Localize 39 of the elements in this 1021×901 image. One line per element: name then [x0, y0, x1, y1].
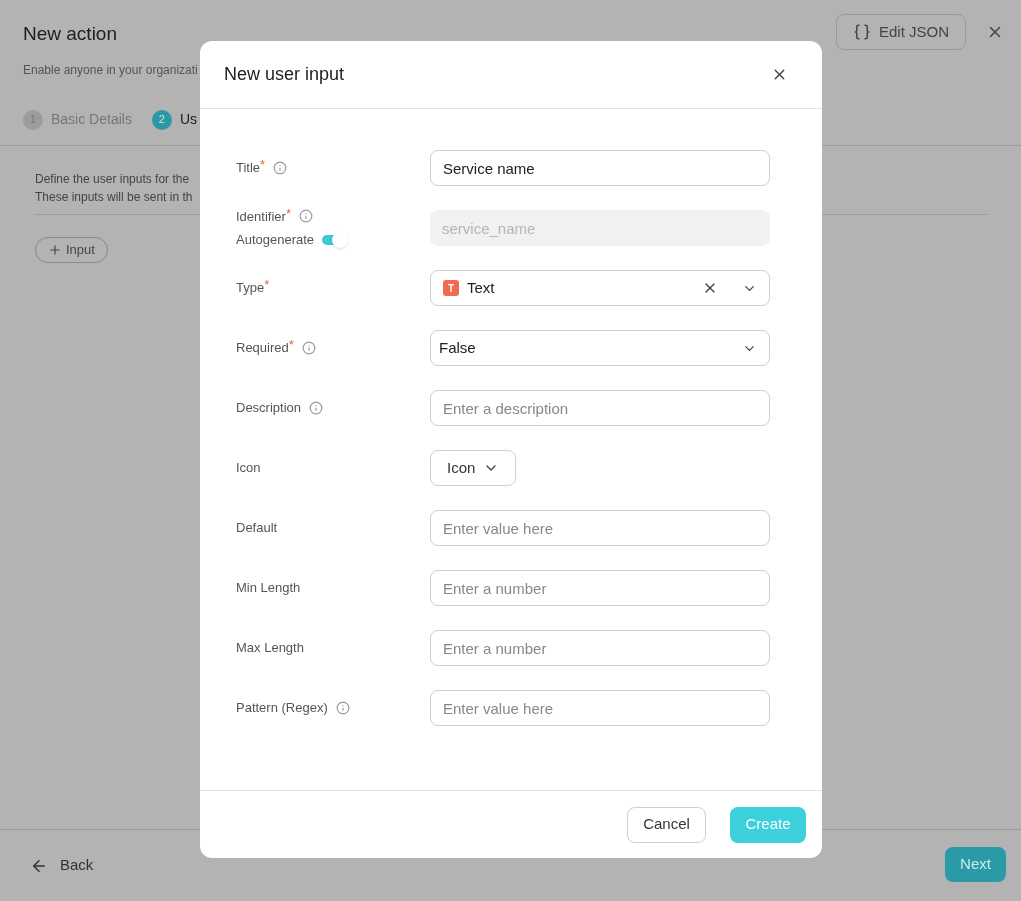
text-field[interactable]: Service name [430, 150, 770, 186]
field-label: Title [236, 159, 261, 178]
select-field[interactable]: False [430, 330, 770, 366]
field-label: Pattern (Regex) [236, 699, 328, 718]
required-mark: * [260, 158, 266, 173]
page-title: New action [23, 22, 118, 46]
text-field[interactable]: Enter a number [430, 570, 770, 606]
field-label: Default [236, 519, 278, 538]
icon-select[interactable]: Icon [430, 450, 516, 486]
toggle-label: Autogenerate [236, 231, 315, 249]
type-badge: T [443, 280, 459, 296]
braces-icon [852, 23, 871, 41]
required-mark: * [288, 338, 294, 353]
field-label: Description [236, 399, 302, 418]
required-mark: * [285, 206, 291, 221]
field-label: Max Length [236, 639, 304, 658]
select-value: False [439, 337, 477, 358]
required-mark: * [264, 278, 270, 293]
intro-text: These inputs will be sent in th [35, 188, 193, 206]
field-label: Min Length [236, 579, 301, 598]
step-tab[interactable]: 2 Us [151, 109, 198, 130]
select-value: Text [467, 277, 496, 298]
select-field[interactable]: T Text [430, 270, 770, 306]
text-field[interactable]: Enter a description [430, 390, 770, 426]
plus-icon [48, 242, 62, 257]
cancel-button[interactable]: Cancel [627, 806, 706, 843]
field-label: Required [236, 339, 289, 358]
page-subtitle: Enable anyone in your organizati [23, 61, 198, 79]
dialog-title: New user input [224, 63, 345, 86]
autogenerate-toggle[interactable] [322, 234, 345, 245]
text-field[interactable]: Enter value here [430, 690, 770, 726]
field-label: Icon [236, 459, 261, 478]
text-field[interactable]: Enter value here [430, 510, 770, 546]
edit-json-button[interactable]: Edit JSON [835, 14, 966, 50]
back-button[interactable]: Back [30, 854, 94, 877]
text-field[interactable]: Enter a number [430, 630, 770, 666]
field-label: Identifier [236, 207, 286, 226]
field-label: Type [236, 279, 265, 298]
intro-text: Define the user inputs for the [35, 170, 190, 188]
